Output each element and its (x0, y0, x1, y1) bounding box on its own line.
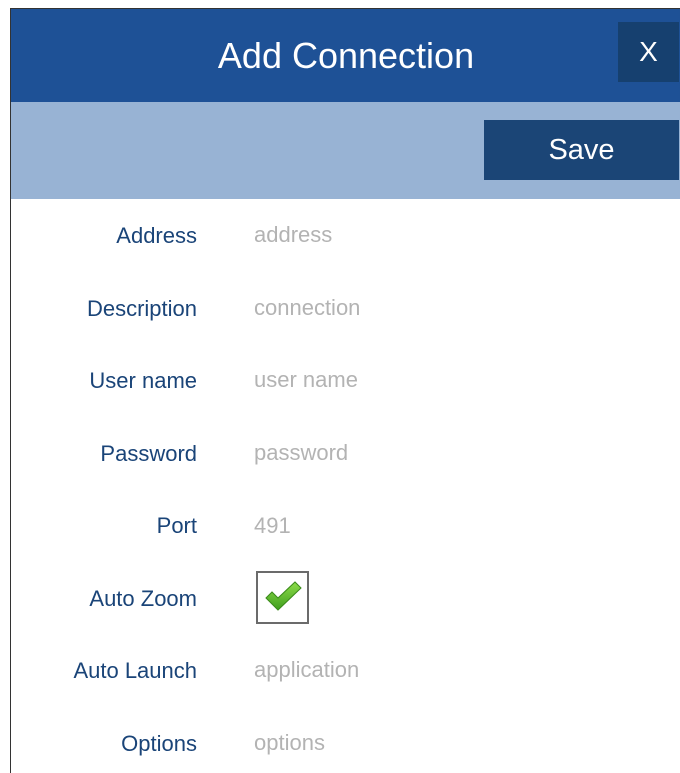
title-bar: Add Connection X (11, 9, 680, 102)
user-name-input[interactable] (254, 362, 654, 398)
connection-form: Address Description User name Password P… (11, 199, 680, 773)
auto-zoom-label: Auto Zoom (89, 585, 197, 611)
password-row: Password (11, 417, 680, 490)
port-label: Port (156, 513, 197, 538)
save-button[interactable]: Save (484, 120, 679, 180)
address-label: Address (116, 223, 197, 248)
address-input[interactable] (254, 217, 654, 253)
auto-launch-row: Auto Launch (11, 634, 680, 707)
port-input[interactable]: 491 (254, 513, 291, 539)
auto-zoom-row: Auto Zoom (11, 562, 680, 635)
auto-launch-label: Auto Launch (73, 658, 197, 683)
user-name-row: User name (11, 344, 680, 417)
description-input[interactable] (254, 289, 654, 326)
options-row: Options (11, 707, 680, 773)
toolbar: Save (11, 102, 680, 199)
password-input[interactable] (254, 434, 654, 471)
user-name-label: User name (89, 368, 197, 393)
close-button[interactable]: X (618, 22, 679, 82)
auto-zoom-checkbox[interactable] (256, 570, 309, 624)
description-row: Description (11, 272, 680, 345)
description-label: Description (86, 295, 197, 321)
auto-launch-input[interactable] (254, 652, 654, 688)
options-label: Options (121, 730, 197, 756)
password-label: Password (100, 440, 197, 466)
dialog-title: Add Connection (217, 35, 475, 76)
address-row: Address (11, 199, 680, 272)
options-input[interactable] (254, 724, 654, 761)
port-row: Port 491 (11, 489, 680, 562)
add-connection-dialog: Add Connection X Save Address Descriptio… (10, 8, 680, 773)
checkmark-icon (265, 580, 302, 611)
